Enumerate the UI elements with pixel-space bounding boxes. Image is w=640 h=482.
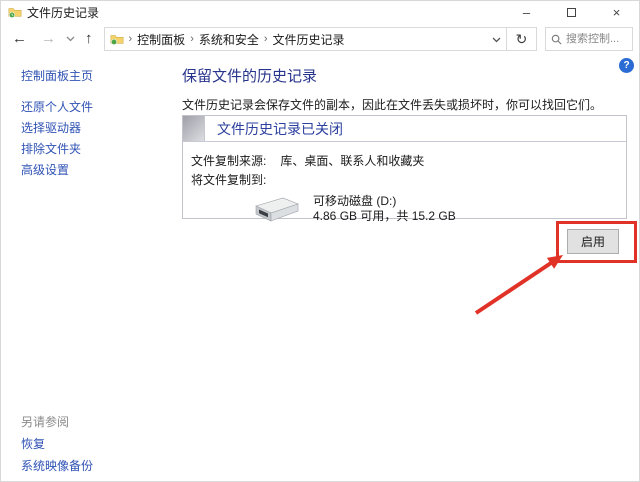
window-title: 文件历史记录	[27, 4, 99, 21]
refresh-icon: ↻	[516, 31, 528, 48]
status-panel-glyph	[183, 116, 205, 141]
breadcrumb-separator: ›	[129, 33, 133, 45]
sidebar-item-recovery[interactable]: 恢复	[21, 435, 45, 452]
sidebar-item-advanced-settings[interactable]: 高级设置	[21, 161, 69, 178]
sidebar-item-control-panel-home[interactable]: 控制面板主页	[21, 67, 93, 84]
breadcrumb-item-system-security[interactable]: 系统和安全	[199, 31, 259, 48]
copy-from-label: 文件复制来源:	[191, 152, 266, 169]
breadcrumb-item-control-panel[interactable]: 控制面板	[137, 31, 185, 48]
copy-to-label: 将文件复制到:	[191, 171, 266, 188]
forward-button[interactable]: →	[34, 27, 63, 51]
enable-button[interactable]: 启用	[567, 229, 619, 254]
maximize-button[interactable]	[549, 1, 594, 23]
file-history-status-panel: 文件历史记录已关闭 文件复制来源: 库、桌面、联系人和收藏夹 将文件复制到:	[182, 115, 627, 219]
status-panel-body: 文件复制来源: 库、桌面、联系人和收藏夹 将文件复制到: 可移动磁盘 (D:)	[183, 142, 626, 224]
minimize-button[interactable]: –	[504, 1, 549, 23]
sidebar-item-system-image-backup[interactable]: 系统映像备份	[21, 457, 93, 474]
sidebar-item-exclude-folders[interactable]: 排除文件夹	[21, 140, 81, 157]
removable-drive-icon	[253, 194, 301, 224]
breadcrumb-item-file-history[interactable]: 文件历史记录	[273, 31, 345, 48]
search-box[interactable]	[545, 27, 633, 51]
up-button[interactable]: ↑	[78, 27, 100, 51]
close-icon: ×	[613, 5, 621, 20]
navigation-toolbar: ← → ↑ › 控制面板 › 系统和安全 › 文件历史记录 ↻	[1, 23, 639, 55]
drive-name: 可移动磁盘 (D:)	[313, 194, 456, 209]
target-drive-block: 可移动磁盘 (D:) 4.86 GB 可用，共 15.2 GB	[191, 194, 626, 224]
search-icon	[551, 34, 562, 45]
breadcrumb-folder-icon	[110, 32, 124, 46]
file-history-window: 文件历史记录 – × ← → ↑ › 控制面板 › 系统和安全 › 文件历史记录	[0, 0, 640, 482]
search-input[interactable]	[566, 33, 626, 45]
sidebar-item-restore-files[interactable]: 还原个人文件	[21, 98, 93, 115]
maximize-icon	[567, 8, 576, 17]
back-button[interactable]: ←	[5, 27, 34, 51]
address-dropdown-chevron-icon[interactable]	[492, 30, 501, 48]
main-content: 保留文件的历史记录 ? 文件历史记录会保存文件的副本，因此在文件丢失或损坏时，你…	[181, 55, 631, 481]
close-button[interactable]: ×	[594, 1, 639, 23]
sidebar-item-select-drive[interactable]: 选择驱动器	[21, 119, 81, 136]
breadcrumb[interactable]: › 控制面板 › 系统和安全 › 文件历史记录	[104, 27, 508, 51]
breadcrumb-separator: ›	[264, 33, 268, 45]
breadcrumb-separator: ›	[190, 33, 194, 45]
copy-from-value: 库、桌面、联系人和收藏夹	[280, 152, 424, 169]
minimize-icon: –	[523, 5, 530, 20]
copy-from-row: 文件复制来源: 库、桌面、联系人和收藏夹	[191, 152, 626, 169]
status-title: 文件历史记录已关闭	[217, 119, 343, 139]
sidebar: 控制面板主页 还原个人文件 选择驱动器 排除文件夹 高级设置 另请参阅 恢复 系…	[1, 55, 181, 481]
recent-pages-chevron-icon[interactable]	[63, 36, 78, 42]
drive-capacity: 4.86 GB 可用，共 15.2 GB	[313, 209, 456, 224]
title-bar: 文件历史记录 – ×	[1, 1, 639, 23]
file-history-folder-icon	[8, 5, 22, 19]
status-panel-header: 文件历史记录已关闭	[183, 116, 626, 142]
page-description: 文件历史记录会保存文件的副本，因此在文件丢失或损坏时，你可以找回它们。	[182, 96, 602, 113]
help-icon[interactable]: ?	[619, 58, 634, 73]
copy-to-row: 将文件复制到:	[191, 171, 626, 188]
refresh-button[interactable]: ↻	[507, 27, 537, 51]
drive-info: 可移动磁盘 (D:) 4.86 GB 可用，共 15.2 GB	[313, 194, 456, 224]
see-also-heading: 另请参阅	[21, 413, 69, 430]
page-title: 保留文件的历史记录	[182, 65, 317, 86]
